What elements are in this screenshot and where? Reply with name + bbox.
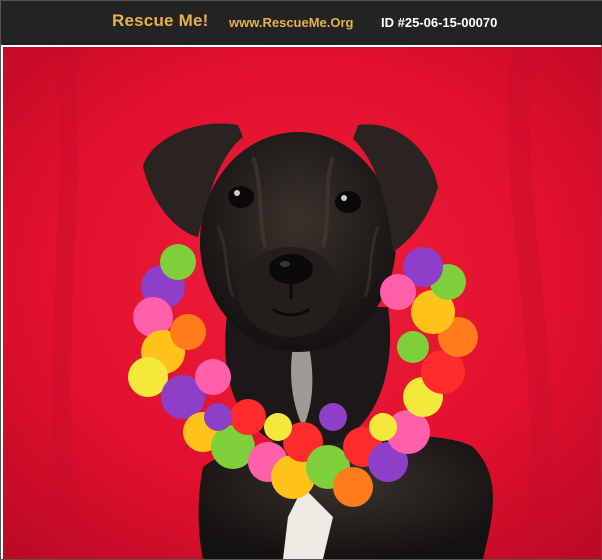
pet-photo: [3, 47, 601, 559]
backdrop-fold: [52, 47, 82, 559]
puppy-nose: [269, 254, 313, 284]
brand-logo[interactable]: Rescue Me!: [112, 11, 208, 31]
pet-id-label: ID #25-06-15-00070: [381, 15, 498, 30]
right-eye: [335, 191, 361, 213]
site-link[interactable]: www.RescueMe.Org: [229, 15, 354, 30]
header-bar: Rescue Me! www.RescueMe.Org ID #25-06-15…: [1, 1, 602, 45]
page-frame: Rescue Me! www.RescueMe.Org ID #25-06-15…: [0, 0, 602, 560]
left-eye: [228, 186, 254, 208]
